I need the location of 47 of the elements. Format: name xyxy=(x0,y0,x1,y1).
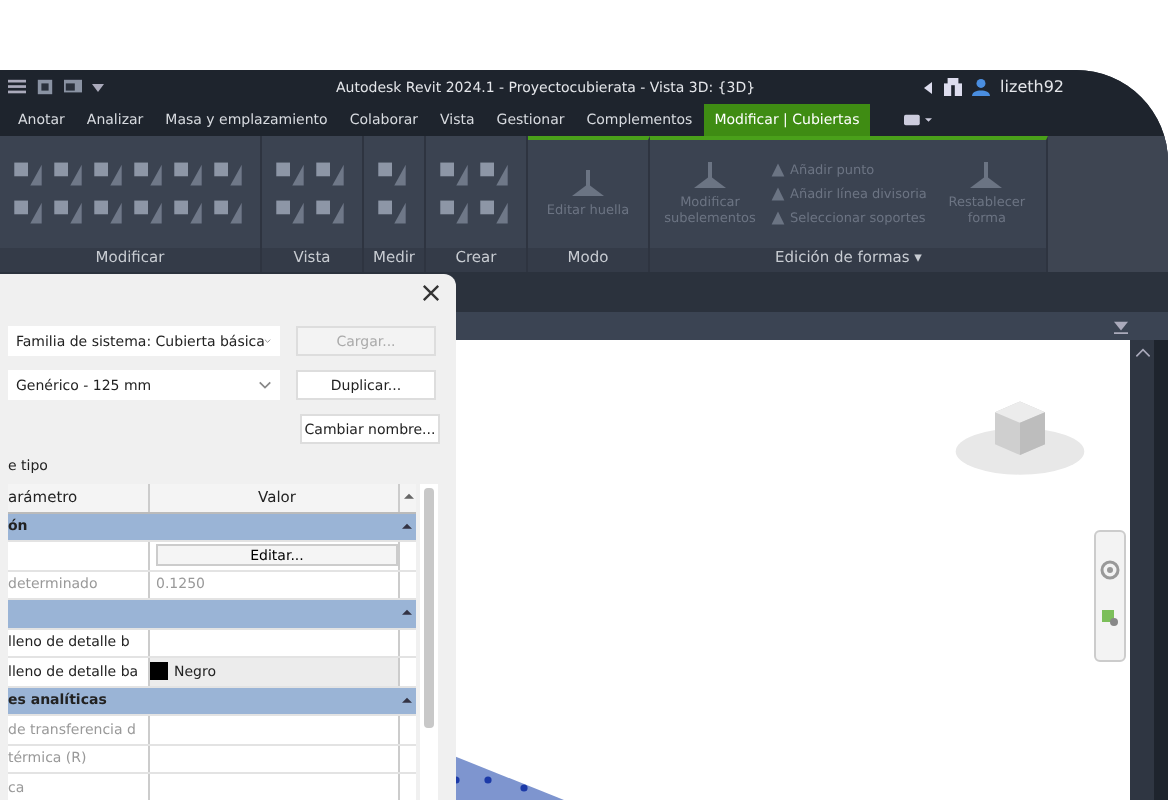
tool-icon[interactable] xyxy=(212,157,244,189)
tool-icon[interactable] xyxy=(12,195,44,227)
binoculars-icon[interactable] xyxy=(944,78,963,96)
collapse-icon[interactable] xyxy=(402,521,412,532)
user-name[interactable]: lizeth92 xyxy=(1000,78,1064,96)
tool-icon[interactable] xyxy=(376,157,408,189)
dropdown-icon[interactable] xyxy=(1114,319,1128,333)
collapse-icon[interactable] xyxy=(402,608,412,619)
tool-icon[interactable] xyxy=(274,195,306,227)
tool-icon[interactable] xyxy=(478,157,510,189)
tool-icon[interactable] xyxy=(92,195,124,227)
tool-icon[interactable] xyxy=(438,195,470,227)
tool-icon[interactable] xyxy=(52,157,84,189)
peak-icon xyxy=(690,160,730,193)
tool-icon[interactable] xyxy=(376,195,408,227)
tool-icon[interactable] xyxy=(274,157,306,189)
tool-icon[interactable] xyxy=(172,195,204,227)
tool-icon[interactable] xyxy=(132,157,164,189)
dropdown-icon[interactable] xyxy=(92,81,104,93)
peak-icon xyxy=(966,160,1007,193)
peak-icon xyxy=(568,168,608,201)
arrow-left-icon[interactable] xyxy=(922,81,935,93)
camera-icon[interactable] xyxy=(903,112,932,128)
scroll-up-icon[interactable] xyxy=(1135,348,1149,358)
tool-icon[interactable] xyxy=(92,157,124,189)
wheel-icon[interactable] xyxy=(1100,560,1120,580)
tool-icon[interactable] xyxy=(478,195,510,227)
scrollbar[interactable] xyxy=(1130,340,1154,800)
tool-icon[interactable] xyxy=(314,195,346,227)
zoom-icon[interactable] xyxy=(1100,608,1120,628)
menu-icon[interactable] xyxy=(8,78,26,96)
tool-icon[interactable] xyxy=(52,195,84,227)
tool-icon[interactable] xyxy=(212,195,244,227)
table-icon[interactable] xyxy=(36,78,54,96)
chevron-down-icon xyxy=(258,380,272,390)
tool-icon[interactable] xyxy=(314,157,346,189)
navigation-bar[interactable] xyxy=(1094,530,1126,662)
user-icon[interactable] xyxy=(972,78,991,96)
tool-icon[interactable] xyxy=(172,157,204,189)
window-icon[interactable] xyxy=(64,78,82,96)
scrollbar-thumb[interactable] xyxy=(424,488,434,728)
collapse-icon[interactable] xyxy=(402,695,412,706)
tool-icon[interactable] xyxy=(12,157,44,189)
close-button[interactable] xyxy=(422,282,442,302)
tool-icon[interactable] xyxy=(132,195,164,227)
collapse-icon[interactable] xyxy=(403,492,413,503)
tool-icon[interactable] xyxy=(438,157,470,189)
